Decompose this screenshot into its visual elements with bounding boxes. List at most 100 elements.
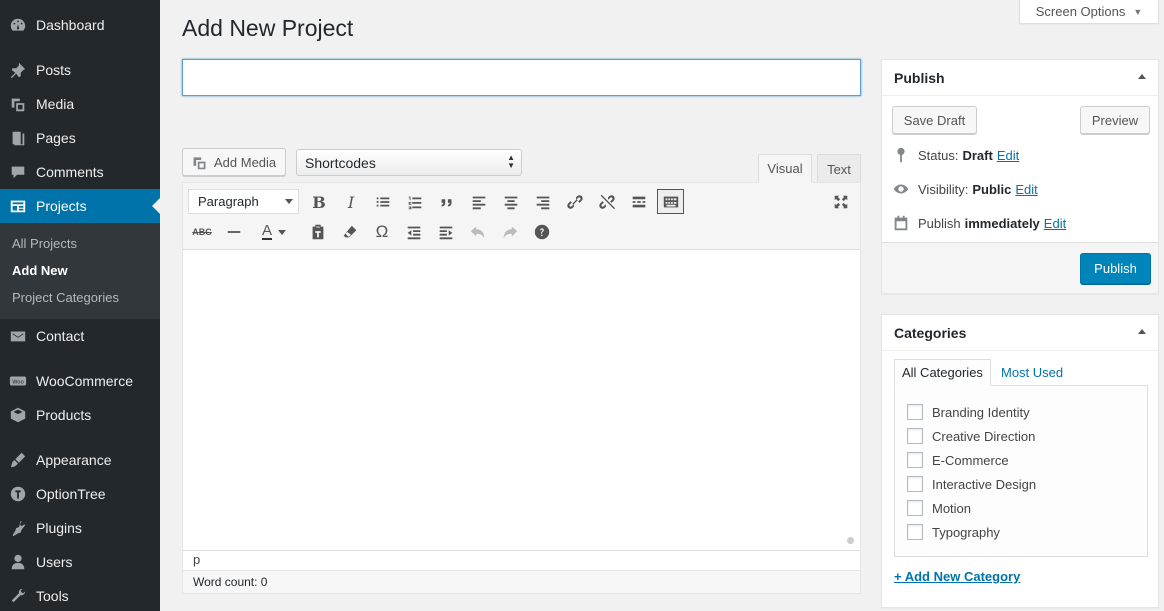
collapse-arrow-icon[interactable]	[1138, 329, 1146, 334]
categories-box-title: Categories	[894, 324, 967, 341]
paste-as-text-icon[interactable]	[304, 219, 332, 245]
horizontal-line-icon[interactable]	[220, 219, 248, 245]
nav-users[interactable]: Users	[0, 545, 160, 579]
categories-box-header: Categories	[882, 315, 1158, 351]
category-item[interactable]: Motion	[907, 500, 971, 516]
undo-icon[interactable]	[464, 219, 492, 245]
nav-label: Posts	[36, 62, 72, 78]
italic-icon[interactable]: I	[337, 189, 365, 215]
select-arrows-icon: ▲ ▼	[507, 153, 515, 170]
help-icon[interactable]	[528, 219, 556, 245]
align-left-icon[interactable]	[465, 189, 493, 215]
page-icon	[0, 129, 36, 147]
categories-box: Categories All Categories Most Used Bran…	[881, 314, 1159, 608]
unlink-icon[interactable]	[593, 189, 621, 215]
add-media-button[interactable]: Add Media	[182, 148, 286, 176]
category-checkbox[interactable]	[907, 428, 923, 444]
special-character-icon[interactable]: Ω	[368, 219, 396, 245]
nav-label: OptionTree	[36, 486, 106, 502]
numbered-list-icon[interactable]	[401, 189, 429, 215]
save-draft-button[interactable]: Save Draft	[892, 106, 977, 134]
category-label: Creative Direction	[932, 428, 1036, 444]
dashboard-icon	[0, 16, 36, 34]
category-checklist: Branding Identity Creative Direction E-C…	[894, 385, 1148, 557]
category-checkbox[interactable]	[907, 500, 923, 516]
nav-label: Dashboard	[36, 17, 105, 33]
content-editor: Paragraph B I ABC A Ω p Word count: 0	[182, 182, 861, 594]
nav-woocommerce[interactable]: Woo WooCommerce	[0, 364, 160, 398]
tab-text[interactable]: Text	[817, 154, 861, 183]
align-center-icon[interactable]	[497, 189, 525, 215]
fullscreen-icon[interactable]	[827, 189, 855, 215]
preview-button[interactable]: Preview	[1080, 106, 1150, 134]
add-new-category-link[interactable]: + Add New Category	[894, 569, 1020, 584]
category-checkbox[interactable]	[907, 452, 923, 468]
nav-plugins[interactable]: Plugins	[0, 511, 160, 545]
category-item[interactable]: Interactive Design	[907, 476, 1036, 492]
eye-icon	[893, 184, 909, 194]
nav-label: Media	[36, 96, 75, 112]
blockquote-icon[interactable]	[433, 189, 461, 215]
nav-projects[interactable]: Projects	[0, 189, 160, 223]
nav-contact[interactable]: Contact	[0, 319, 160, 353]
category-checkbox[interactable]	[907, 524, 923, 540]
woocommerce-icon: Woo	[0, 372, 36, 390]
collapse-arrow-icon[interactable]	[1138, 74, 1146, 79]
bold-icon[interactable]: B	[305, 189, 333, 215]
toolbar-toggle-icon[interactable]	[657, 189, 684, 214]
publish-box: Publish Save Draft Preview Status: Draft…	[881, 59, 1159, 294]
edit-date-link[interactable]: Edit	[1044, 216, 1066, 231]
nav-tools[interactable]: Tools	[0, 579, 160, 611]
word-count: Word count: 0	[183, 570, 860, 593]
tab-all-categories[interactable]: All Categories	[894, 359, 991, 386]
submenu-add-new[interactable]: Add New	[12, 263, 68, 278]
publish-button[interactable]: Publish	[1080, 253, 1151, 284]
edit-status-link[interactable]: Edit	[997, 148, 1019, 163]
nav-appearance[interactable]: Appearance	[0, 443, 160, 477]
category-item[interactable]: E-Commerce	[907, 452, 1009, 468]
nav-pages[interactable]: Pages	[0, 121, 160, 155]
category-item[interactable]: Creative Direction	[907, 428, 1035, 444]
nav-posts[interactable]: Posts	[0, 53, 160, 87]
redo-icon[interactable]	[496, 219, 524, 245]
nav-optiontree[interactable]: OptionTree	[0, 477, 160, 511]
text-color-icon[interactable]: A	[252, 219, 296, 245]
submenu-all-projects[interactable]: All Projects	[12, 236, 77, 251]
post-title-input[interactable]	[182, 59, 861, 96]
editor-content-area[interactable]	[183, 251, 860, 550]
edit-visibility-link[interactable]: Edit	[1015, 182, 1037, 197]
publish-label: Publish	[918, 215, 961, 231]
tab-most-used[interactable]: Most Used	[994, 359, 1070, 386]
link-icon[interactable]	[561, 189, 589, 215]
nav-label: Users	[36, 554, 73, 570]
screen-options-button[interactable]: Screen Options ▼	[1019, 0, 1159, 24]
nav-comments[interactable]: Comments	[0, 155, 160, 189]
category-checkbox[interactable]	[907, 404, 923, 420]
shortcodes-select[interactable]: Shortcodes ▲ ▼	[296, 149, 522, 176]
read-more-icon[interactable]	[625, 189, 653, 215]
indent-icon[interactable]	[432, 219, 460, 245]
category-label: Motion	[932, 500, 972, 516]
category-item[interactable]: Typography	[907, 524, 1000, 540]
align-right-icon[interactable]	[529, 189, 557, 215]
pin-icon	[0, 61, 36, 79]
publish-box-title: Publish	[894, 69, 945, 86]
resize-handle[interactable]	[847, 537, 854, 544]
tab-visual[interactable]: Visual	[758, 154, 812, 183]
nav-media[interactable]: Media	[0, 87, 160, 121]
bullet-list-icon[interactable]	[369, 189, 397, 215]
nav-products[interactable]: Products	[0, 398, 160, 432]
nav-dashboard[interactable]: Dashboard	[0, 8, 160, 42]
clear-formatting-icon[interactable]	[336, 219, 364, 245]
publish-value: immediately	[964, 215, 1040, 231]
comment-icon	[0, 163, 36, 181]
category-checkbox[interactable]	[907, 476, 923, 492]
nav-label: Tools	[36, 588, 69, 604]
media-icon	[0, 95, 36, 113]
category-item[interactable]: Branding Identity	[907, 404, 1030, 420]
format-select[interactable]: Paragraph	[188, 189, 299, 214]
strikethrough-icon[interactable]: ABC	[188, 219, 216, 245]
media-icon	[193, 156, 206, 169]
submenu-project-categories[interactable]: Project Categories	[12, 290, 119, 305]
outdent-icon[interactable]	[400, 219, 428, 245]
